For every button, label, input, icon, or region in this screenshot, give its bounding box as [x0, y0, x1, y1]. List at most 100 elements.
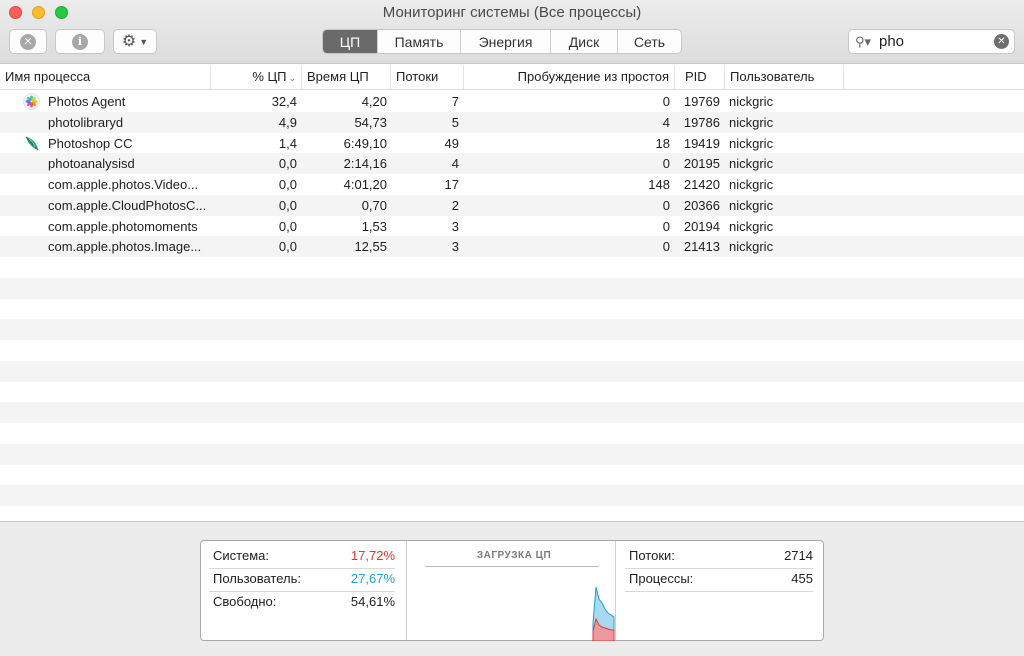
cell-name: com.apple.photos.Video... [48, 177, 199, 192]
table-row[interactable]: com.apple.photomoments 0,0 1,53 3 0 20194 nick… [0, 216, 1024, 237]
column-header-user[interactable]: Пользователь [725, 65, 844, 90]
table-header: Имя процесса % ЦП ⌄ Время ЦП Потоки Пробу… [0, 65, 1024, 90]
cell-time: 6:49,10 [343, 135, 387, 151]
empty-row [0, 423, 1024, 444]
cell-name: com.apple.CloudPhotosC... [48, 197, 207, 213]
column-header-cpu-time[interactable]: Время ЦП [302, 65, 391, 90]
cell-pid: 20366 [683, 197, 720, 213]
actions-menu-button[interactable]: ⚙ ▼ [113, 29, 157, 54]
tab-cpu[interactable]: ЦП [323, 30, 377, 53]
stop-x-icon: ✕ [20, 33, 36, 50]
empty-row [0, 257, 1024, 278]
photos-app-icon [23, 93, 40, 110]
column-header-pid[interactable]: PID [675, 65, 725, 90]
cell-cpu: 0,0 [278, 197, 297, 213]
activity-monitor-window: Мониторинг системы (Все процессы) ✕ i ⚙ … [0, 0, 1024, 656]
chevron-down-icon: ▼ [139, 36, 149, 47]
stop-process-button[interactable]: ✕ [9, 29, 47, 54]
cell-user: nickgric [729, 177, 774, 192]
table-row[interactable]: com.apple.CloudPhotosC... 0,0 0,70 2 0 20366 n… [0, 194, 1024, 216]
cell-pid: 19769 [683, 94, 720, 109]
tab-disk[interactable]: Диск [550, 30, 617, 53]
cell-time: 12,55 [354, 239, 387, 255]
empty-row [0, 299, 1024, 320]
search-icon: ⚲▾ [855, 33, 872, 49]
cell-name: Photos Agent [48, 94, 126, 109]
cell-time: 2:14,16 [343, 156, 387, 172]
idle-stat: Свободно: 54,61% [209, 591, 395, 614]
cell-name: photoanalysisd [48, 156, 135, 172]
cell-threads: 7 [451, 94, 459, 109]
view-tabs: ЦП Память Энергия Диск Сеть [322, 29, 682, 54]
cell-wakeups: 4 [662, 114, 670, 130]
table-row[interactable]: Photoshop CC 1,4 6:49,10 49 18 19419 nickgric [0, 133, 1024, 154]
tab-energy[interactable]: Энергия [460, 30, 550, 53]
cell-pid: 19786 [683, 114, 720, 130]
user-value: 27,67% [350, 571, 395, 586]
clear-search-icon[interactable]: ✕ [994, 34, 1009, 49]
column-header-idle-wakeups[interactable]: Пробуждение из простоя [464, 65, 675, 90]
tab-memory[interactable]: Память [377, 30, 460, 53]
cell-pid: 20195 [683, 156, 720, 172]
cell-threads: 49 [444, 135, 459, 151]
idle-label: Свободно: [213, 594, 277, 609]
table-row[interactable]: com.apple.photos.Image... 0,0 12,55 3 0 21413… [0, 236, 1024, 258]
user-stat: Пользователь: 27,67% [209, 568, 395, 591]
cell-wakeups: 0 [662, 218, 670, 234]
cell-wakeups: 18 [655, 135, 670, 151]
cell-threads: 2 [451, 197, 459, 213]
cell-wakeups: 0 [662, 197, 670, 213]
cell-name: com.apple.photos.Image... [48, 239, 202, 255]
search-input[interactable]: pho [879, 33, 994, 50]
cell-threads: 3 [451, 218, 459, 234]
cell-name: Photoshop CC [48, 135, 133, 151]
cpu-summary-panel: Система: 17,72% Пользователь: 27,67% Сво… [200, 540, 824, 641]
cell-user: nickgric [729, 135, 774, 151]
cell-name: photolibraryd [48, 114, 124, 130]
cell-cpu: 0,0 [278, 177, 297, 192]
summary-area: Система: 17,72% Пользователь: 27,67% Сво… [0, 521, 1024, 656]
divider [615, 541, 616, 640]
column-header-name[interactable]: Имя процесса [0, 65, 211, 90]
cell-time: 4:01,20 [343, 177, 387, 192]
inspect-process-button[interactable]: i [55, 29, 105, 54]
empty-row [0, 360, 1024, 382]
empty-row [0, 319, 1024, 341]
cell-name: com.apple.photomoments [48, 218, 198, 234]
cell-threads: 17 [444, 177, 459, 192]
empty-row [0, 382, 1024, 403]
search-field[interactable]: ⚲▾ pho ✕ [848, 29, 1015, 54]
table-row[interactable]: photolibraryd 4,9 54,73 5 4 19786 nickgric [0, 111, 1024, 133]
threads-stat: Потоки: 2714 [625, 545, 813, 568]
cell-time: 4,20 [361, 94, 387, 109]
cell-wakeups: 0 [662, 156, 670, 172]
cell-cpu: 32,4 [271, 94, 297, 109]
cell-user: nickgric [729, 114, 774, 130]
cpu-load-graph [592, 586, 615, 641]
gear-icon: ⚙ [121, 32, 137, 50]
table-row[interactable]: Photos Agent 32,4 4,20 7 0 19769 nickgric [0, 91, 1024, 112]
processes-stat: Процессы: 455 [625, 568, 813, 591]
tab-network[interactable]: Сеть [617, 30, 681, 53]
empty-row [0, 465, 1024, 486]
empty-row [0, 277, 1024, 299]
column-header-threads[interactable]: Потоки [391, 65, 464, 90]
cell-user: nickgric [729, 94, 774, 109]
empty-row [0, 443, 1024, 465]
empty-row [0, 340, 1024, 361]
cell-pid: 21413 [683, 239, 720, 255]
cell-time: 54,73 [354, 114, 387, 130]
column-header-cpu[interactable]: % ЦП ⌄ [211, 65, 302, 90]
cell-cpu: 4,9 [278, 114, 297, 130]
table-row[interactable]: photoanalysisd 0,0 2:14,16 4 0 20195 nickgric [0, 153, 1024, 175]
system-value: 17,72% [350, 548, 395, 563]
system-label: Система: [213, 548, 269, 563]
cell-threads: 5 [451, 114, 459, 130]
threads-label: Потоки: [629, 548, 675, 563]
table-row[interactable]: com.apple.photos.Video... 0,0 4:01,20 17 148… [0, 174, 1024, 195]
toolbar: Мониторинг системы (Все процессы) ✕ i ⚙ … [0, 0, 1024, 64]
column-header-cpu-label: % ЦП [252, 69, 287, 84]
empty-row [0, 485, 1024, 507]
cell-cpu: 0,0 [278, 239, 297, 255]
cell-user: nickgric [729, 239, 774, 255]
